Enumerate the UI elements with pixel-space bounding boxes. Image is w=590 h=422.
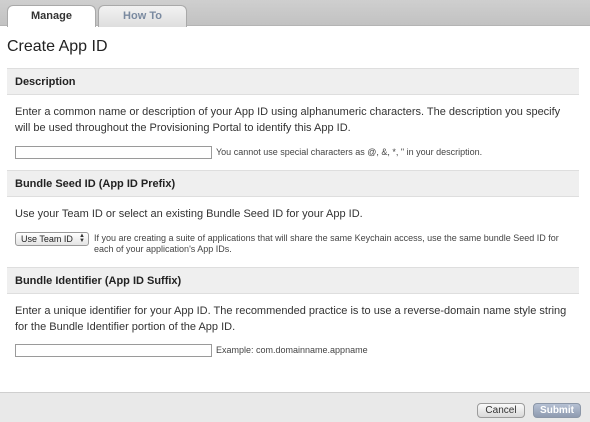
description-instructions: Enter a common name or description of yo…	[15, 106, 561, 134]
bundle-identifier-instructions: Enter a unique identifier for your App I…	[15, 305, 567, 333]
bundle-identifier-section-header: Bundle Identifier (App ID Suffix)	[7, 267, 579, 294]
page-title: Create App ID	[7, 38, 108, 55]
description-section-header: Description	[7, 68, 579, 95]
select-arrows-icon: ▲ ▼	[79, 233, 85, 244]
description-hint: You cannot use special characters as @, …	[216, 147, 483, 157]
footer-bar: Cancel Submit	[0, 392, 590, 422]
bundle-seed-hint: If you are creating a suite of applicati…	[94, 233, 559, 254]
tab-bar: Manage How To	[0, 0, 590, 27]
bundle-seed-select-value: Use Team ID	[21, 234, 73, 244]
submit-button[interactable]: Submit	[533, 403, 581, 418]
cancel-button[interactable]: Cancel	[477, 403, 525, 418]
tab-manage[interactable]: Manage	[7, 5, 96, 27]
tab-how-to[interactable]: How To	[98, 5, 187, 27]
description-input[interactable]	[15, 146, 212, 159]
bundle-identifier-input[interactable]	[15, 344, 212, 357]
bundle-identifier-hint: Example: com.domainname.appname	[216, 345, 368, 355]
bundle-seed-select[interactable]: Use Team ID ▲ ▼	[15, 232, 89, 246]
bundle-seed-instructions: Use your Team ID or select an existing B…	[15, 208, 363, 220]
bundle-seed-section-header: Bundle Seed ID (App ID Prefix)	[7, 170, 579, 197]
